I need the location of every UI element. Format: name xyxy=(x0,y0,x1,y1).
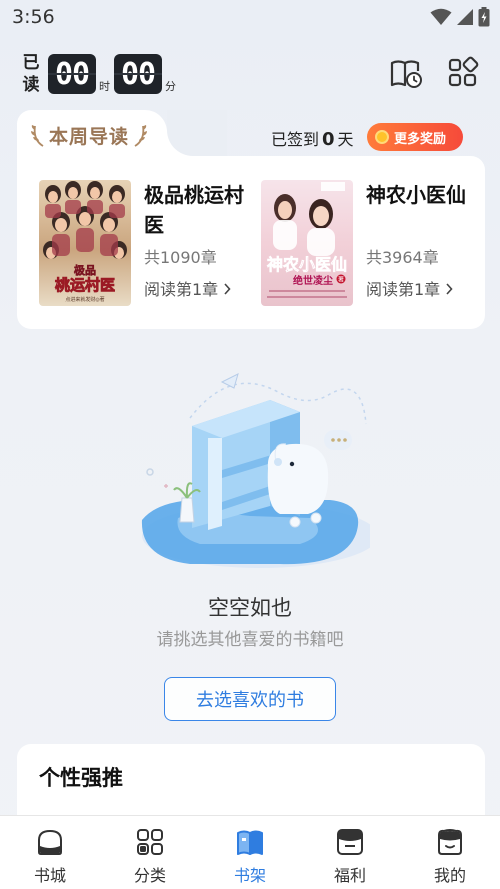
grid-menu-icon[interactable] xyxy=(446,56,480,90)
read-label: 已 读 xyxy=(22,53,40,95)
tab-profile[interactable]: 我的 xyxy=(400,816,500,889)
choose-books-button[interactable]: 去选喜欢的书 xyxy=(164,677,336,721)
tab-bookshelf[interactable]: 书架 xyxy=(200,816,300,889)
cover-title: 神农小医仙 xyxy=(267,255,347,274)
reading-history-icon[interactable] xyxy=(389,56,423,90)
weekly-guide-card: 本周导读 已签到 0 天 更多奖励 极品 桃运村医 点进来就发财◎著 极品桃运村… xyxy=(17,110,485,329)
minutes-value: 00 xyxy=(114,54,162,94)
laurel-right-icon xyxy=(134,125,148,147)
cover-subtitle: 绝世凌尘 xyxy=(293,274,333,287)
book-cover[interactable]: 神农小医仙 绝世凌尘 著 xyxy=(261,180,353,306)
laurel-left-icon xyxy=(31,125,44,147)
read-chapter-link[interactable]: 阅读第1章 xyxy=(144,276,231,300)
cover-title-line1: 极品 xyxy=(74,263,96,277)
bottom-tab-bar: 书城 分类 书架 福利 我的 xyxy=(0,815,500,889)
cover-badge: 著 xyxy=(338,276,344,284)
hours-value: 00 xyxy=(48,54,96,94)
tab-welfare[interactable]: 福利 xyxy=(300,816,400,889)
signin-status: 已签到 0 天 xyxy=(271,129,354,150)
book-cover[interactable]: 极品 桃运村医 点进来就发财◎著 xyxy=(39,180,131,306)
more-rewards-button[interactable]: 更多奖励 xyxy=(367,123,463,151)
recommend-title: 个性强推 xyxy=(39,766,123,790)
cover-title-line2: 桃运村医 xyxy=(55,276,115,294)
category-icon xyxy=(137,829,163,855)
book-title[interactable]: 神农小医仙 xyxy=(366,180,476,210)
bookstore-icon xyxy=(38,829,62,855)
tab-bookstore[interactable]: 书城 xyxy=(0,816,100,889)
empty-state-subtitle: 请挑选其他喜爱的书籍吧 xyxy=(156,630,344,650)
guide-book[interactable]: 神农小医仙 绝世凌尘 著 神农小医仙 共3964章 阅读第1章 xyxy=(261,180,481,306)
chevron-right-icon xyxy=(224,283,231,295)
guide-book[interactable]: 极品 桃运村医 点进来就发财◎著 极品桃运村医 共1090章 阅读第1章 xyxy=(39,180,259,306)
hours-unit: 时 xyxy=(99,80,110,93)
book-chapter-count: 共1090章 xyxy=(144,248,217,267)
empty-state-title: 空空如也 xyxy=(208,596,292,620)
battery-icon xyxy=(478,7,490,27)
book-chapter-count: 共3964章 xyxy=(366,248,439,267)
coin-icon xyxy=(375,130,389,144)
reading-time-counter: 已 读 00 时 00 分 xyxy=(22,52,180,96)
welfare-icon xyxy=(337,829,363,855)
empty-bookshelf-illustration xyxy=(141,373,370,568)
minutes-unit: 分 xyxy=(165,80,176,93)
signin-days: 0 xyxy=(322,129,335,150)
status-time: 3:56 xyxy=(12,6,55,28)
cover-author: 点进来就发财◎著 xyxy=(65,296,104,303)
chevron-right-icon xyxy=(446,283,453,295)
bookshelf-icon xyxy=(237,830,263,855)
read-chapter-link[interactable]: 阅读第1章 xyxy=(366,276,453,300)
weekly-guide-title: 本周导读 xyxy=(31,120,148,150)
signal-icon xyxy=(457,9,473,25)
status-bar: 3:56 xyxy=(0,0,500,34)
book-title[interactable]: 极品桃运村医 xyxy=(144,180,254,240)
tab-category[interactable]: 分类 xyxy=(100,816,200,889)
profile-icon xyxy=(438,829,462,855)
wifi-icon xyxy=(430,8,452,25)
status-icons xyxy=(430,6,490,28)
